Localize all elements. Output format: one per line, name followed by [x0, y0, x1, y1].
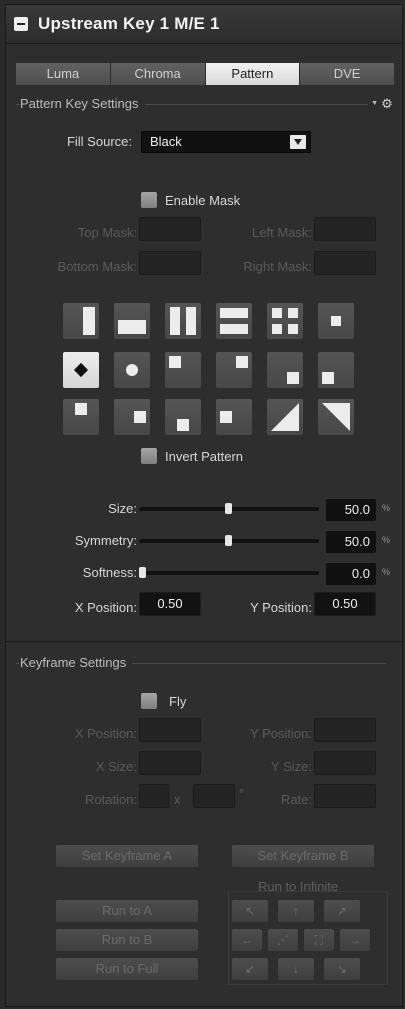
- y-position-field[interactable]: 0.50: [314, 592, 376, 616]
- pattern-bottom-bar[interactable]: [114, 303, 150, 339]
- section-separator: [6, 641, 402, 642]
- arrow-up-right-icon[interactable]: ↗: [324, 900, 360, 922]
- left-mask-field[interactable]: [314, 217, 376, 241]
- run-to-full-button[interactable]: Run to Full: [56, 958, 198, 980]
- symmetry-label: Symmetry:: [74, 533, 137, 548]
- pattern-diamond[interactable]: [63, 352, 99, 388]
- arrow-right-icon[interactable]: →: [340, 929, 370, 951]
- arrow-left-icon[interactable]: ←: [232, 929, 262, 951]
- softness-slider-handle[interactable]: [139, 567, 146, 578]
- chevron-down-icon: [290, 135, 306, 149]
- x-position-field[interactable]: 0.50: [139, 592, 201, 616]
- kf-x-position-label: X Position:: [74, 726, 137, 741]
- run-to-a-button[interactable]: Run to A: [56, 900, 198, 922]
- size-unit: %: [382, 503, 391, 513]
- set-keyframe-a-button[interactable]: Set Keyframe A: [56, 845, 198, 867]
- top-mask-label: Top Mask:: [77, 225, 137, 240]
- size-label: Size:: [108, 501, 137, 516]
- arrow-down-left-icon[interactable]: ↙: [232, 958, 268, 980]
- tab-pattern[interactable]: Pattern: [205, 63, 301, 85]
- arrow-down-right-icon[interactable]: ↘: [324, 958, 360, 980]
- pattern-horizontal-split[interactable]: [216, 303, 252, 339]
- bottom-mask-label: Bottom Mask:: [57, 259, 137, 274]
- invert-pattern-checkbox[interactable]: [141, 448, 157, 464]
- enable-mask-checkbox[interactable]: [141, 192, 157, 208]
- size-value-field[interactable]: 50.0: [326, 499, 376, 521]
- settings-menu-arrow-icon[interactable]: ▼: [371, 100, 378, 107]
- kf-y-size-field[interactable]: [314, 751, 376, 775]
- kf-rotation-degrees-field[interactable]: [193, 784, 235, 808]
- kf-rotation-turns-field[interactable]: [139, 784, 169, 808]
- kf-rate-label: Rate:: [280, 792, 312, 807]
- tab-chroma[interactable]: Chroma: [110, 63, 206, 85]
- tab-luma[interactable]: Luma: [16, 63, 111, 85]
- tab-dve[interactable]: DVE: [300, 63, 394, 85]
- size-slider-handle[interactable]: [225, 503, 232, 514]
- set-keyframe-b-button[interactable]: Set Keyframe B: [232, 845, 374, 867]
- fly-checkbox[interactable]: [141, 693, 157, 709]
- pattern-top-left-box[interactable]: [165, 352, 201, 388]
- softness-unit: %: [382, 567, 391, 577]
- pattern-center-box[interactable]: [318, 303, 354, 339]
- panel-title: Upstream Key 1 M/E 1: [38, 14, 220, 33]
- enable-mask-label: Enable Mask: [165, 193, 241, 208]
- right-mask-field[interactable]: [314, 251, 376, 275]
- kf-x-position-field[interactable]: [139, 718, 201, 742]
- pattern-right-centre-box[interactable]: [114, 399, 150, 435]
- arrow-down-icon[interactable]: ↓: [278, 958, 314, 980]
- symmetry-slider-handle[interactable]: [225, 535, 232, 546]
- pattern-diagonal-top-left[interactable]: [267, 399, 303, 435]
- softness-slider-track[interactable]: [139, 571, 319, 575]
- kf-y-position-label: Y Position:: [250, 726, 312, 741]
- bottom-mask-field[interactable]: [139, 251, 201, 275]
- kf-rate-field[interactable]: [314, 784, 376, 808]
- pattern-top-right-box[interactable]: [216, 352, 252, 388]
- x-position-label: X Position:: [74, 600, 137, 615]
- pattern-bottom-right-box[interactable]: [267, 352, 303, 388]
- arrow-up-left-icon[interactable]: ↖: [232, 900, 268, 922]
- pattern-bottom-left-box[interactable]: [318, 352, 354, 388]
- top-mask-field[interactable]: [139, 217, 201, 241]
- pattern-circle[interactable]: [114, 352, 150, 388]
- symmetry-unit: %: [382, 535, 391, 545]
- collapse-icon[interactable]: [14, 17, 28, 31]
- left-mask-label: Left Mask:: [252, 225, 312, 240]
- pattern-key-settings-title: Pattern Key Settings: [20, 96, 145, 111]
- arrow-up-icon[interactable]: ↑: [278, 900, 314, 922]
- fill-source-value: Black: [150, 134, 182, 149]
- pattern-vertical-split[interactable]: [165, 303, 201, 339]
- gear-icon[interactable]: ⚙: [380, 97, 394, 111]
- softness-label: Softness:: [82, 565, 137, 580]
- pattern-four-box[interactable]: [267, 303, 303, 339]
- run-to-b-button[interactable]: Run to B: [56, 929, 198, 951]
- kf-rotation-degree-symbol: °: [239, 786, 245, 801]
- key-type-tabs: Luma Chroma Pattern DVE: [16, 63, 394, 85]
- pattern-top-centre-box[interactable]: [63, 399, 99, 435]
- upstream-key-panel: Upstream Key 1 M/E 1 Luma Chroma Pattern…: [5, 4, 403, 1007]
- fullscreen-icon[interactable]: ⛶: [304, 929, 334, 951]
- kf-rotation-label: Rotation:: [84, 792, 137, 807]
- fill-source-label: Fill Source:: [66, 134, 132, 149]
- panel-header: Upstream Key 1 M/E 1: [6, 5, 402, 44]
- y-position-label: Y Position:: [250, 600, 312, 615]
- symmetry-value-field[interactable]: 50.0: [326, 531, 376, 553]
- pattern-left-bar[interactable]: [63, 303, 99, 339]
- kf-x-size-field[interactable]: [139, 751, 201, 775]
- kf-y-size-label: Y Size:: [271, 759, 312, 774]
- kf-rotation-x: x: [174, 792, 181, 807]
- center-icon[interactable]: ⋰: [268, 929, 298, 951]
- fly-label: Fly: [169, 694, 187, 709]
- pattern-left-centre-box[interactable]: [216, 399, 252, 435]
- run-to-infinite-label: Run to Infinite: [258, 879, 339, 894]
- right-mask-label: Right Mask:: [243, 259, 312, 274]
- kf-y-position-field[interactable]: [314, 718, 376, 742]
- pattern-diagonal-top-right[interactable]: [318, 399, 354, 435]
- keyframe-settings-title: Keyframe Settings: [20, 655, 133, 670]
- softness-value-field[interactable]: 0.0: [326, 563, 376, 585]
- kf-x-size-label: X Size:: [95, 759, 137, 774]
- fill-source-select[interactable]: Black: [141, 131, 311, 153]
- invert-pattern-label: Invert Pattern: [165, 449, 244, 464]
- pattern-bottom-centre-box[interactable]: [165, 399, 201, 435]
